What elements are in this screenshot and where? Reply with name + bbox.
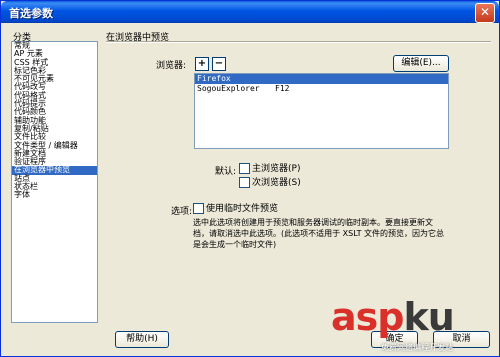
- temp-file-checkbox[interactable]: 使用临时文件预览: [193, 203, 278, 215]
- secondary-browser-checkbox[interactable]: 次浏览器(S): [239, 177, 301, 189]
- browser-name: SogouExplorer: [197, 84, 260, 93]
- watermark-asp: asp: [331, 295, 404, 339]
- add-browser-button[interactable]: +: [195, 57, 209, 71]
- browsers-label: 浏览器:: [156, 61, 187, 71]
- checkbox-icon[interactable]: [193, 203, 204, 214]
- secondary-browser-label: 次浏览器(S): [252, 178, 301, 188]
- browser-list-item[interactable]: Firefox: [195, 74, 448, 84]
- preferences-dialog: 首选参数 ✕ 分类 常规 AP 元素 CSS 样式 标记色彩 不可见元素 代码改写 代码格式…: [0, 0, 500, 357]
- window-title: 首选参数: [9, 7, 53, 20]
- edit-browser-button[interactable]: 编辑(E)...: [393, 55, 449, 72]
- browser-list-item[interactable]: SogouExplorer F12: [195, 84, 448, 94]
- watermark-logo: aspku: [331, 295, 455, 339]
- primary-browser-label: 主浏览器(P): [252, 164, 301, 174]
- watermark-subtitle: 免费网络编程开发站: [381, 343, 453, 352]
- category-item[interactable]: 字体: [12, 191, 97, 200]
- close-button[interactable]: ✕: [475, 3, 495, 23]
- title-bar[interactable]: 首选参数 ✕: [1, 1, 499, 23]
- section-divider: [106, 41, 491, 43]
- options-label: 选项:: [171, 207, 193, 217]
- browser-name: Firefox: [197, 74, 231, 83]
- remove-browser-button[interactable]: −: [212, 57, 226, 71]
- temp-file-label: 使用临时文件预览: [206, 204, 279, 214]
- checkbox-icon[interactable]: [239, 177, 250, 188]
- browser-shortcut: F12: [275, 84, 290, 93]
- primary-browser-checkbox[interactable]: 主浏览器(P): [239, 163, 300, 175]
- default-label: 默认:: [215, 167, 237, 177]
- watermark-ku: ku: [403, 295, 454, 339]
- help-button[interactable]: 帮助(H): [115, 331, 169, 348]
- category-list[interactable]: 常规 AP 元素 CSS 样式 标记色彩 不可见元素 代码改写 代码格式 代码提示 代码颜色 辅助…: [11, 41, 98, 323]
- temp-file-description: 选中此选项将创建用于预览和服务器调试的临时副本。要直接更新文档，请取消选中此选项…: [193, 218, 445, 249]
- checkbox-icon[interactable]: [239, 163, 250, 174]
- browser-list[interactable]: Firefox SogouExplorer F12: [194, 73, 449, 149]
